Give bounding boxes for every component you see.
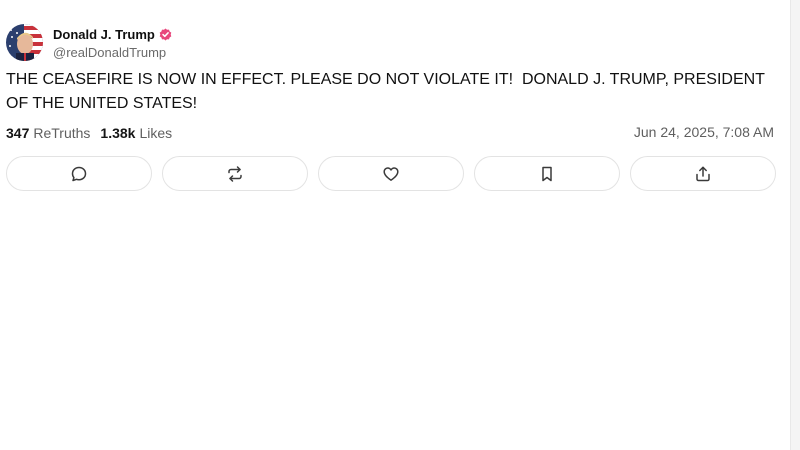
retruth-icon xyxy=(226,165,244,183)
post-card: Donald J. Trump @realDonaldTrump THE CEA… xyxy=(6,22,776,143)
bookmark-button[interactable] xyxy=(474,156,620,191)
post-stats: 347 ReTruths 1.38k Likes Jun 24, 2025, 7… xyxy=(6,123,776,143)
likes-count: 1.38k xyxy=(100,125,136,141)
bookmark-icon xyxy=(538,165,556,183)
verified-badge-icon xyxy=(159,28,172,41)
name-row: Donald J. Trump xyxy=(53,24,172,44)
reply-icon xyxy=(70,165,88,183)
post-timestamp[interactable]: Jun 24, 2025, 7:08 AM xyxy=(634,124,774,140)
retruths-stat[interactable]: 347 ReTruths xyxy=(6,125,90,141)
author-info: Donald J. Trump @realDonaldTrump xyxy=(53,24,172,60)
likes-stat[interactable]: 1.38k Likes xyxy=(100,125,172,141)
post-actions xyxy=(6,156,776,191)
retruth-button[interactable] xyxy=(162,156,308,191)
like-button[interactable] xyxy=(318,156,464,191)
likes-label: Likes xyxy=(139,125,173,141)
share-button[interactable] xyxy=(630,156,776,191)
retruths-count: 347 xyxy=(6,125,30,141)
avatar[interactable] xyxy=(6,23,43,61)
like-icon xyxy=(382,165,400,183)
post-header: Donald J. Trump @realDonaldTrump xyxy=(6,22,776,62)
display-name[interactable]: Donald J. Trump xyxy=(53,27,155,42)
scrollbar[interactable] xyxy=(790,0,800,450)
retruths-label: ReTruths xyxy=(33,125,91,141)
post-text: THE CEASEFIRE IS NOW IN EFFECT. PLEASE D… xyxy=(6,71,770,112)
handle[interactable]: @realDonaldTrump xyxy=(53,45,172,60)
reply-button[interactable] xyxy=(6,156,152,191)
share-icon xyxy=(694,165,712,183)
